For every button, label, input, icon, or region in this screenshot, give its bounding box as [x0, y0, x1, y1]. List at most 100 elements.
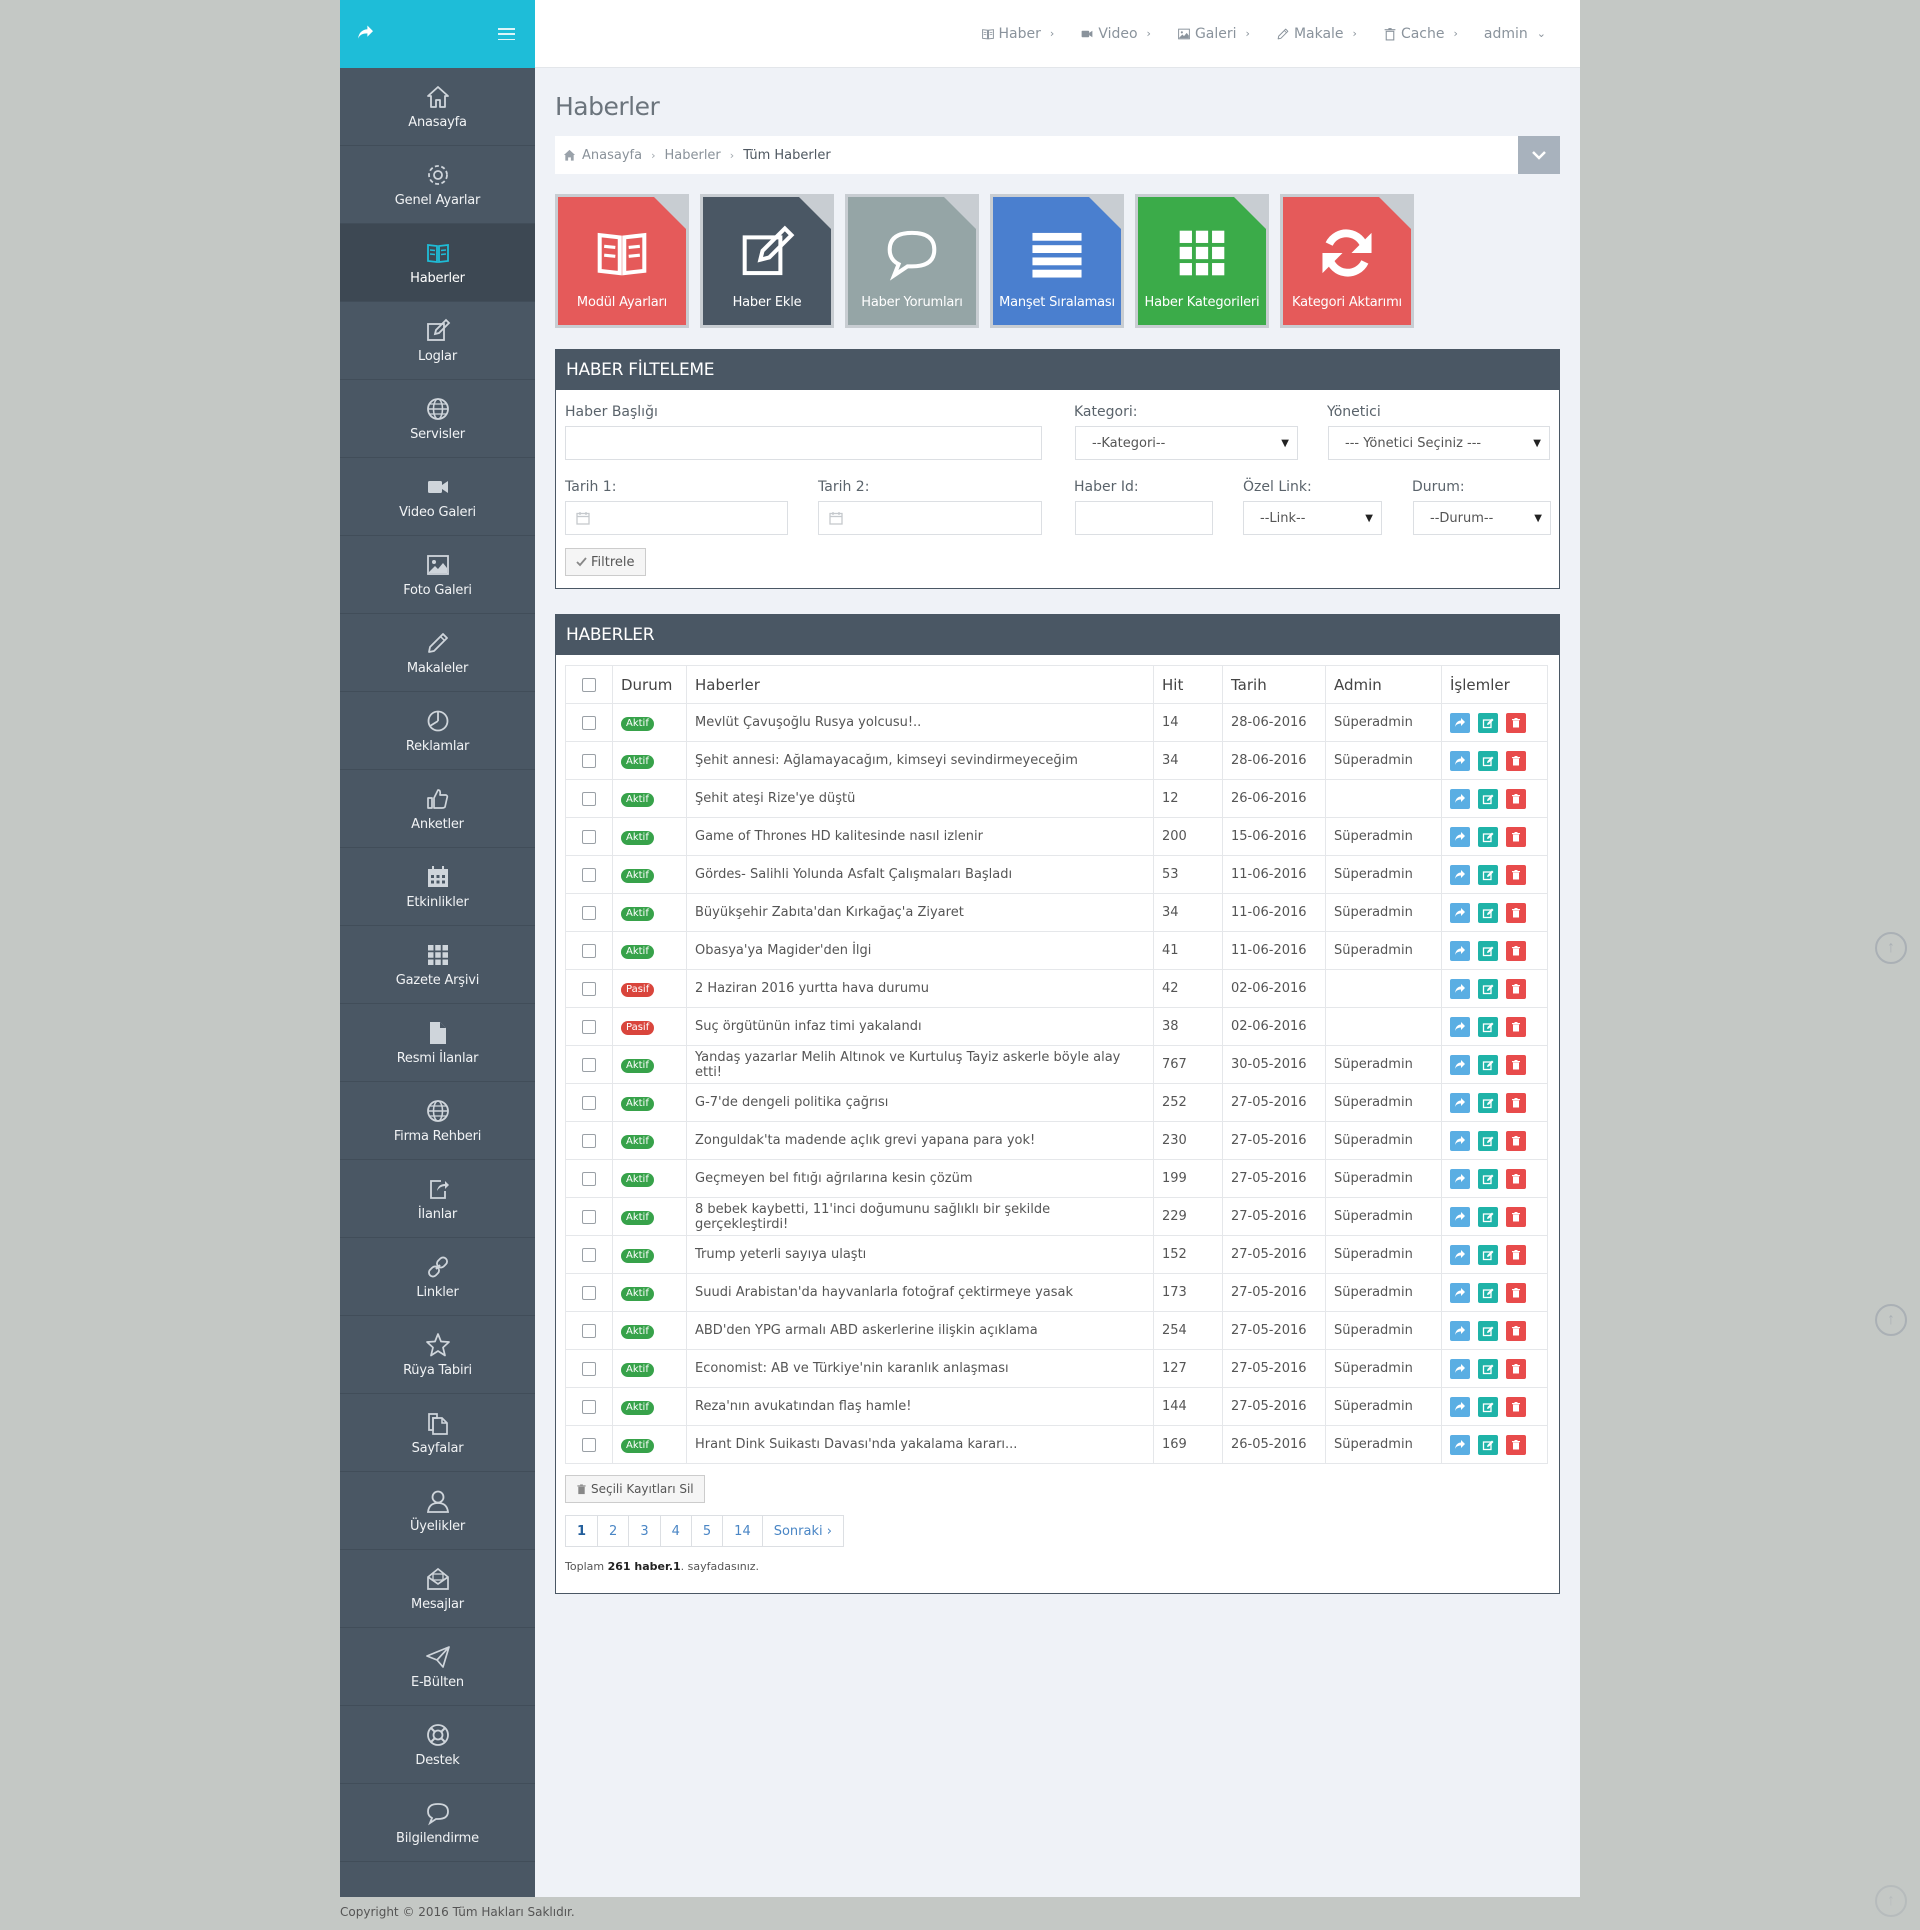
edit-button[interactable] — [1478, 1282, 1498, 1303]
title-cell[interactable]: Zonguldak'ta madende açlık grevi yapana … — [686, 1121, 1154, 1160]
share-button[interactable] — [1450, 1206, 1470, 1227]
kategori-select[interactable]: --Kategori-- ▼ — [1075, 426, 1298, 460]
status-badge[interactable]: Aktif — [621, 1134, 654, 1149]
menu-toggle-icon[interactable] — [498, 28, 515, 40]
status-badge[interactable]: Pasif — [621, 982, 655, 997]
row-checkbox[interactable] — [582, 1057, 596, 1072]
status-badge[interactable]: Aktif — [621, 868, 654, 883]
edit-button[interactable] — [1478, 1244, 1498, 1265]
scroll-up-icon[interactable]: ↑ — [1875, 1304, 1907, 1336]
row-checkbox[interactable] — [582, 1095, 596, 1110]
share-button[interactable] — [1450, 1282, 1470, 1303]
share-button[interactable] — [1450, 1016, 1470, 1037]
shortcut-tile[interactable]: Haber Ekle — [700, 194, 834, 328]
title-cell[interactable]: ABD'den YPG armalı ABD askerlerine ilişk… — [686, 1311, 1154, 1350]
sidebar-item[interactable]: Etkinlikler — [340, 848, 535, 926]
title-cell[interactable]: Gördes- Salihli Yolunda Asfalt Çalışmala… — [686, 855, 1154, 894]
breadcrumb-home[interactable]: Anasayfa — [582, 148, 642, 163]
delete-button[interactable] — [1506, 1054, 1526, 1075]
share-button[interactable] — [1450, 1054, 1470, 1075]
edit-button[interactable] — [1478, 1054, 1498, 1075]
delete-button[interactable] — [1506, 1244, 1526, 1265]
row-checkbox[interactable] — [582, 943, 596, 958]
edit-button[interactable] — [1478, 1320, 1498, 1341]
row-checkbox[interactable] — [582, 1361, 596, 1376]
share-button[interactable] — [1450, 750, 1470, 771]
edit-button[interactable] — [1478, 902, 1498, 923]
status-badge[interactable]: Aktif — [621, 792, 654, 807]
select-all-checkbox[interactable] — [582, 678, 596, 692]
shortcut-tile[interactable]: Manşet Sıralaması — [990, 194, 1124, 328]
edit-button[interactable] — [1478, 1130, 1498, 1151]
topnav-item[interactable]: Video › — [1080, 26, 1151, 42]
delete-button[interactable] — [1506, 826, 1526, 847]
delete-button[interactable] — [1506, 902, 1526, 923]
col-haberler[interactable]: Haberler — [686, 665, 1154, 704]
edit-button[interactable] — [1478, 1434, 1498, 1455]
title-cell[interactable]: Game of Thrones HD kalitesinde nasıl izl… — [686, 817, 1154, 856]
edit-button[interactable] — [1478, 978, 1498, 999]
edit-button[interactable] — [1478, 712, 1498, 733]
filtrele-button[interactable]: Filtrele — [565, 548, 646, 576]
delete-button[interactable] — [1506, 940, 1526, 961]
edit-button[interactable] — [1478, 788, 1498, 809]
edit-button[interactable] — [1478, 1358, 1498, 1379]
status-badge[interactable]: Aktif — [621, 1210, 654, 1225]
row-checkbox[interactable] — [582, 791, 596, 806]
scroll-up-icon[interactable]: ↑ — [1875, 1885, 1907, 1917]
col-hit[interactable]: Hit — [1153, 665, 1223, 704]
share-button[interactable] — [1450, 788, 1470, 809]
row-checkbox[interactable] — [582, 753, 596, 768]
delete-button[interactable] — [1506, 1434, 1526, 1455]
share-button[interactable] — [1450, 1358, 1470, 1379]
delete-button[interactable] — [1506, 750, 1526, 771]
title-cell[interactable]: Hrant Dink Suikastı Davası'nda yakalama … — [686, 1425, 1154, 1464]
title-cell[interactable]: Şehit annesi: Ağlamayacağım, kimseyi sev… — [686, 741, 1154, 780]
delete-button[interactable] — [1506, 864, 1526, 885]
shortcut-tile[interactable]: Haber Kategorileri — [1135, 194, 1269, 328]
page-link[interactable]: 1 — [566, 1516, 599, 1546]
share-button[interactable] — [1450, 1092, 1470, 1113]
sidebar-item[interactable]: Gazete Arşivi — [340, 926, 535, 1004]
sidebar-item[interactable]: Sayfalar — [340, 1394, 535, 1472]
status-badge[interactable]: Aktif — [621, 1324, 654, 1339]
status-badge[interactable]: Aktif — [621, 906, 654, 921]
haber-id-input[interactable] — [1075, 501, 1213, 535]
page-link[interactable]: Sonraki › — [763, 1516, 843, 1546]
delete-button[interactable] — [1506, 1016, 1526, 1037]
topnav-item[interactable]: Cache › — [1383, 26, 1458, 42]
title-cell[interactable]: Büyükşehir Zabıta'dan Kırkağaç'a Ziyaret — [686, 893, 1154, 932]
edit-button[interactable] — [1478, 1206, 1498, 1227]
shortcut-tile[interactable]: Modül Ayarları — [555, 194, 689, 328]
row-checkbox[interactable] — [582, 981, 596, 996]
edit-button[interactable] — [1478, 940, 1498, 961]
delete-button[interactable] — [1506, 1092, 1526, 1113]
row-checkbox[interactable] — [582, 1399, 596, 1414]
title-cell[interactable]: Yandaş yazarlar Melih Altınok ve Kurtulu… — [686, 1045, 1154, 1084]
title-cell[interactable]: Obasya'ya Magider'den İlgi — [686, 931, 1154, 970]
yonetici-select[interactable]: --- Yönetici Seçiniz --- ▼ — [1328, 426, 1550, 460]
delete-button[interactable] — [1506, 1282, 1526, 1303]
status-badge[interactable]: Aktif — [621, 754, 654, 769]
tarih2-input[interactable] — [818, 501, 1042, 535]
breadcrumb-haberler[interactable]: Haberler — [664, 148, 720, 163]
status-badge[interactable]: Aktif — [621, 1172, 654, 1187]
title-cell[interactable]: Suç örgütünün infaz timi yakalandı — [686, 1007, 1154, 1046]
share-button[interactable] — [1450, 978, 1470, 999]
ozel-link-select[interactable]: --Link-- ▼ — [1243, 501, 1382, 535]
status-badge[interactable]: Aktif — [621, 944, 654, 959]
sidebar-item[interactable]: Anasayfa — [340, 68, 535, 146]
row-checkbox[interactable] — [582, 1171, 596, 1186]
edit-button[interactable] — [1478, 826, 1498, 847]
sidebar-item[interactable]: Foto Galeri — [340, 536, 535, 614]
delete-button[interactable] — [1506, 1168, 1526, 1189]
delete-button[interactable] — [1506, 1206, 1526, 1227]
col-admin[interactable]: Admin — [1325, 665, 1442, 704]
delete-button[interactable] — [1506, 1130, 1526, 1151]
sidebar-item[interactable]: Rüya Tabiri — [340, 1316, 535, 1394]
status-badge[interactable]: Aktif — [621, 1438, 654, 1453]
sidebar-item[interactable]: Firma Rehberi — [340, 1082, 535, 1160]
status-badge[interactable]: Aktif — [621, 1248, 654, 1263]
edit-button[interactable] — [1478, 1016, 1498, 1037]
share-button[interactable] — [1450, 1320, 1470, 1341]
